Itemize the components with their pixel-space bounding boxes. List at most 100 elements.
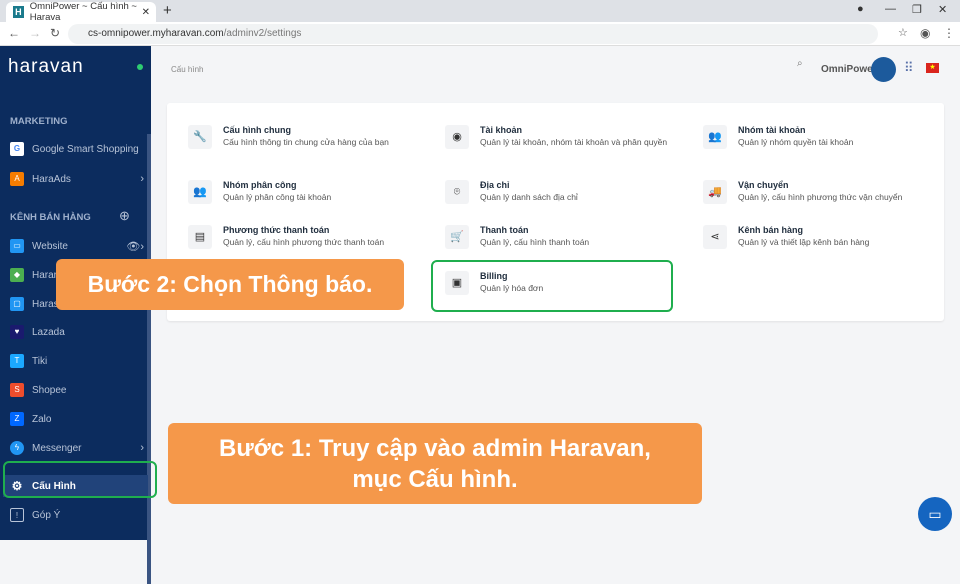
settings-item-desc: Quản lý nhóm quyền tài khoản (738, 137, 854, 147)
url-path: /adminv2/settings (223, 28, 302, 39)
favicon-icon: H (13, 6, 24, 18)
store-name[interactable]: OmniPower (821, 64, 877, 75)
chevron-right-icon: › (140, 442, 144, 454)
sidebar-item-website[interactable]: ▭ Website 👁› (10, 235, 148, 257)
label: Google Smart Shopping (32, 143, 139, 155)
hararetail-icon: ◆ (10, 268, 24, 282)
settings-item-desc: Quản lý và thiết lập kênh bán hàng (738, 237, 870, 247)
settings-item-title: Phương thức thanh toán (223, 225, 330, 235)
settings-item-icon: 🔧 (188, 125, 212, 149)
messenger-icon: ϟ (10, 441, 24, 455)
add-channel-icon[interactable]: ⊕ (119, 208, 130, 224)
label: Góp Ý (32, 509, 61, 521)
settings-item-icon: ⌾ (445, 180, 469, 204)
zalo-icon: Z (10, 412, 24, 426)
settings-item-icon: 🛒 (445, 225, 469, 249)
settings-item-title: Thanh toán (480, 225, 529, 235)
settings-item-2[interactable]: 👥 Nhóm tài khoản Quản lý nhóm quyền tài kh… (703, 125, 938, 149)
settings-item-title: Nhóm phân công (223, 180, 297, 190)
settings-item-title: Cấu hình chung (223, 125, 291, 135)
settings-item-desc: Quản lý danh sách địa chỉ (480, 192, 578, 202)
eye-chevron-icon[interactable]: 👁› (126, 240, 144, 253)
settings-item-desc: Quản lý, cấu hình thanh toán (480, 237, 590, 247)
tiki-icon: T (10, 354, 24, 368)
profile-icon[interactable]: ● (857, 3, 864, 15)
settings-item-icon: ⋖ (703, 225, 727, 249)
settings-item-0[interactable]: 🔧 Cấu hình chung Cấu hình thông tin chung … (188, 125, 423, 149)
settings-item-desc: Quản lý, cấu hình phương thức vận chuyển (738, 192, 903, 202)
highlight-settings (3, 461, 157, 498)
label: HaraAds (32, 173, 71, 185)
menu-icon[interactable]: ⋮ (943, 26, 955, 40)
browser-tab[interactable]: H OmniPower ~ Cấu hình ~ Harava ✕ (6, 1, 156, 23)
settings-item-desc: Quản lý, cấu hình phương thức thanh toán (223, 237, 385, 247)
sidebar-item-google-smart-shopping[interactable]: G Google Smart Shopping (10, 138, 148, 160)
close-tab-icon[interactable]: ✕ (142, 7, 150, 18)
label: Lazada (32, 326, 65, 338)
settings-item-title: Địa chỉ (480, 180, 510, 190)
vietnam-flag-icon[interactable]: ★ (926, 63, 939, 73)
avatar[interactable] (871, 57, 896, 82)
chat-button[interactable]: ▭ (918, 497, 952, 531)
settings-item-4[interactable]: ⌾ Địa chỉ Quản lý danh sách địa chỉ (445, 180, 680, 204)
settings-item-desc: Quản lý tài khoản, nhóm tài khoản và phâ… (480, 137, 668, 147)
haravan-logo: haravan (8, 56, 84, 77)
settings-item-3[interactable]: 👥 Nhóm phân công Quản lý phân công tài kho… (188, 180, 423, 204)
harasocial-icon: ▢ (10, 297, 24, 311)
lazada-icon: ♥ (10, 325, 24, 339)
sidebar-item-messenger[interactable]: ϟ Messenger › (10, 437, 148, 459)
settings-item-title: Vận chuyển (738, 180, 789, 190)
browser-tab-bar: H OmniPower ~ Cấu hình ~ Harava ✕ + ● — ❐ … (0, 0, 960, 23)
settings-item-icon: 👥 (703, 125, 727, 149)
settings-item-6[interactable]: ▤ Phương thức thanh toán Quản lý, cấu hình… (188, 225, 423, 249)
sidebar-item-feedback[interactable]: ! Góp Ý (10, 504, 148, 526)
google-icon: G (10, 142, 24, 156)
account-icon[interactable]: ◉ (920, 26, 930, 40)
section-marketing: MARKETING (10, 116, 68, 127)
settings-item-icon: ◉ (445, 125, 469, 149)
label: Messenger (32, 442, 82, 454)
settings-item-title: Nhóm tài khoản (738, 125, 806, 135)
settings-item-title: Kênh bán hàng (738, 225, 803, 235)
settings-item-icon: 👥 (188, 180, 212, 204)
sidebar-item-lazada[interactable]: ♥ Lazada (10, 321, 148, 343)
highlight-notifications (431, 260, 673, 312)
forward-icon[interactable]: → (29, 26, 41, 40)
settings-item-title: Tài khoản (480, 125, 523, 135)
label: Shopee (32, 384, 67, 396)
haraads-icon: A (10, 172, 24, 186)
sidebar-item-haraads[interactable]: A HaraAds › (10, 168, 148, 190)
website-icon: ▭ (10, 239, 24, 253)
apps-grid-icon[interactable]: ⠿ (904, 60, 914, 76)
label: Zalo (32, 413, 52, 425)
callout-step-1: Bước 1: Truy cập vào admin Haravan, mục … (168, 423, 702, 504)
settings-item-7[interactable]: 🛒 Thanh toán Quản lý, cấu hình thanh toán (445, 225, 680, 249)
minimize-button[interactable]: — (885, 3, 896, 15)
settings-item-5[interactable]: 🚚 Vận chuyển Quản lý, cấu hình phương thức… (703, 180, 938, 204)
feedback-icon: ! (10, 508, 24, 522)
section-sales-channels: KÊNH BÁN HÀNG (10, 212, 91, 223)
search-icon[interactable]: ⌕ (797, 58, 803, 69)
reload-icon[interactable]: ↻ (50, 26, 60, 40)
settings-item-8[interactable]: ⋖ Kênh bán hàng Quản lý và thiết lập kênh … (703, 225, 938, 249)
url-host: cs-omnipower.myharavan.com (88, 28, 224, 39)
breadcrumb: Cấu hình (171, 65, 204, 74)
settings-item-icon: 🚚 (703, 180, 727, 204)
settings-item-1[interactable]: ◉ Tài khoản Quản lý tài khoản, nhóm tài kh… (445, 125, 680, 149)
settings-item-desc: Quản lý phân công tài khoản (223, 192, 332, 202)
close-window-button[interactable]: ✕ (938, 3, 947, 16)
callout-step-2: Bước 2: Chọn Thông báo. (56, 259, 404, 310)
sidebar-item-zalo[interactable]: Z Zalo (10, 408, 148, 430)
address-bar-row: ← → ↻ cs-omnipower.myharavan.com/adminv2… (0, 22, 960, 46)
url-input[interactable]: cs-omnipower.myharavan.com/adminv2/setti… (68, 24, 878, 44)
back-icon[interactable]: ← (8, 26, 20, 40)
maximize-button[interactable]: ❐ (912, 3, 922, 16)
star-icon[interactable]: ☆ (898, 26, 908, 39)
label: Tiki (32, 355, 48, 367)
status-dot (137, 64, 143, 70)
new-tab-button[interactable]: + (163, 2, 172, 19)
settings-item-desc: Cấu hình thông tin chung cửa hàng của bạ… (223, 137, 389, 147)
sidebar-item-tiki[interactable]: T Tiki (10, 350, 148, 372)
sidebar-item-shopee[interactable]: S Shopee (10, 379, 148, 401)
shopee-icon: S (10, 383, 24, 397)
